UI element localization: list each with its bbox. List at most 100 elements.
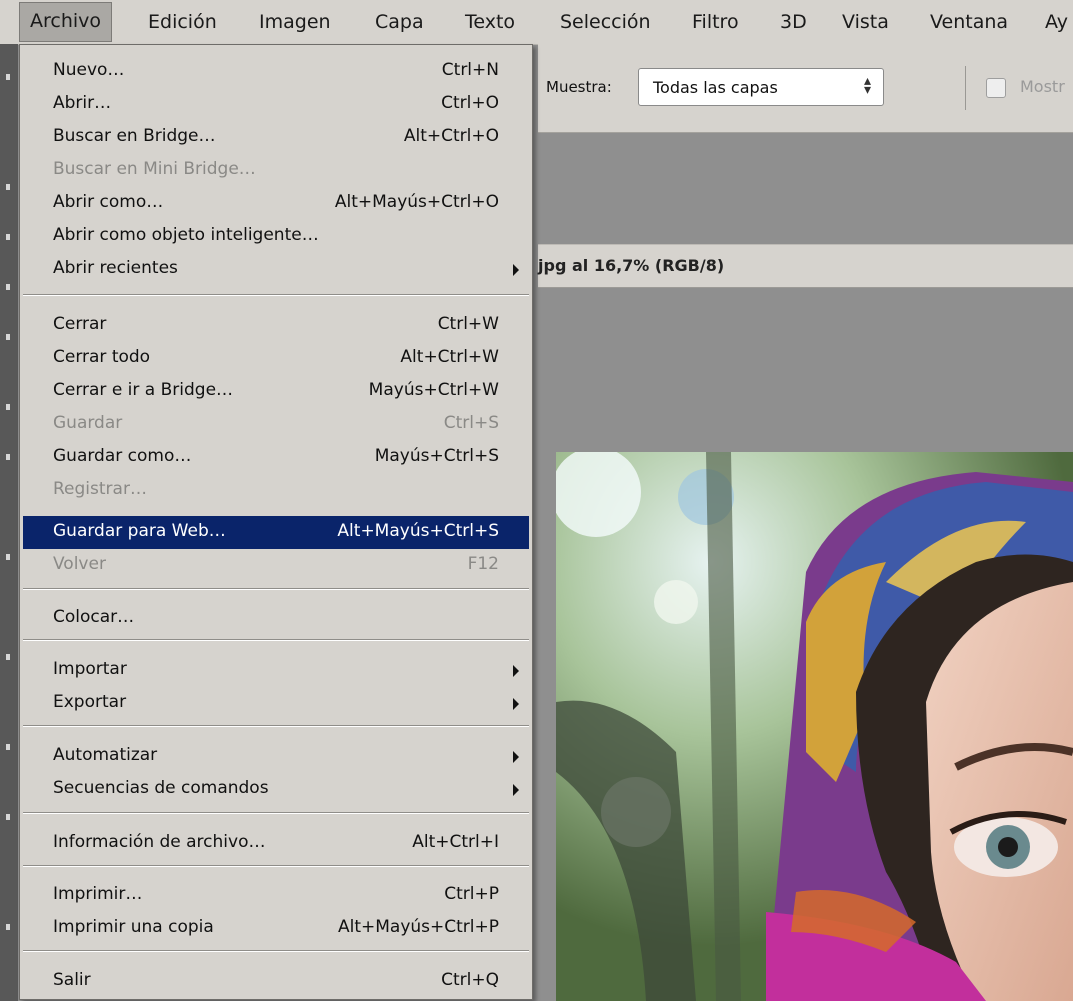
- tool-icon[interactable]: [6, 234, 10, 240]
- menu-item-shortcut: F12: [467, 554, 499, 574]
- menu-item-salir[interactable]: Salir Ctrl+Q: [23, 965, 529, 998]
- menu-item-volver[interactable]: Volver F12: [23, 549, 529, 582]
- menu-item-label: Colocar…: [53, 607, 135, 627]
- menu-item-guardar[interactable]: Guardar Ctrl+S: [23, 408, 529, 441]
- menu-item-label: Cerrar e ir a Bridge…: [53, 380, 234, 400]
- menu-imagen[interactable]: Imagen: [249, 0, 341, 44]
- menu-item-label: Abrir recientes: [53, 258, 178, 278]
- menu-item-label: Imprimir…: [53, 884, 143, 904]
- menu-item-label: Cerrar todo: [53, 347, 151, 367]
- menu-item-shortcut: Alt+Mayús+Ctrl+S: [337, 521, 499, 541]
- menu-item-shortcut: Alt+Mayús+Ctrl+O: [334, 192, 499, 212]
- menu-capa[interactable]: Capa: [365, 0, 434, 44]
- submenu-arrow-icon: [513, 698, 519, 710]
- menu-item-guardar-como[interactable]: Guardar como… Mayús+Ctrl+S: [23, 441, 529, 474]
- menu-3d[interactable]: 3D: [770, 0, 817, 44]
- muestra-value: Todas las capas: [653, 78, 778, 97]
- menu-edicion[interactable]: Edición: [138, 0, 227, 44]
- menu-item-cerrar-todo[interactable]: Cerrar todo Alt+Ctrl+W: [23, 342, 529, 375]
- tool-icon[interactable]: [6, 924, 10, 930]
- tool-icon[interactable]: [6, 814, 10, 820]
- menu-item-label: Automatizar: [53, 745, 158, 765]
- menu-item-label: Registrar…: [53, 479, 147, 499]
- menu-item-label: Buscar en Mini Bridge…: [53, 159, 256, 179]
- menu-item-cerrar[interactable]: Cerrar Ctrl+W: [23, 309, 529, 342]
- menu-item-shortcut: Mayús+Ctrl+S: [374, 446, 499, 466]
- menu-item-label: Salir: [53, 970, 91, 990]
- menu-item-informacion-archivo[interactable]: Información de archivo… Alt+Ctrl+I: [23, 827, 529, 860]
- menu-separator: [23, 588, 529, 590]
- menu-item-guardar-para-web[interactable]: Guardar para Web… Alt+Mayús+Ctrl+S: [23, 516, 529, 549]
- tool-icon[interactable]: [6, 744, 10, 750]
- menu-item-imprimir[interactable]: Imprimir… Ctrl+P: [23, 879, 529, 912]
- menu-separator: [23, 294, 529, 296]
- menu-item-label: Cerrar: [53, 314, 107, 334]
- menu-item-nuevo[interactable]: Nuevo… Ctrl+N: [23, 55, 529, 88]
- menu-item-secuencias-comandos[interactable]: Secuencias de comandos: [23, 773, 529, 806]
- tool-icon[interactable]: [6, 284, 10, 290]
- menu-item-automatizar[interactable]: Automatizar: [23, 740, 529, 773]
- menu-item-label: Guardar: [53, 413, 123, 433]
- menu-separator: [23, 725, 529, 727]
- menu-item-label: Secuencias de comandos: [53, 778, 269, 798]
- tool-icon[interactable]: [6, 334, 10, 340]
- mostrar-checkbox[interactable]: [986, 78, 1006, 98]
- menu-ventana[interactable]: Ventana: [920, 0, 1018, 44]
- menu-item-shortcut: Ctrl+N: [441, 60, 499, 80]
- menu-archivo[interactable]: Archivo: [19, 2, 113, 42]
- tool-icon[interactable]: [6, 454, 10, 460]
- menu-item-shortcut: Ctrl+W: [437, 314, 499, 334]
- menu-item-shortcut: Ctrl+S: [443, 413, 499, 433]
- menu-item-shortcut: Mayús+Ctrl+W: [368, 380, 499, 400]
- menu-item-abrir-objeto-inteligente[interactable]: Abrir como objeto inteligente…: [23, 220, 529, 253]
- menu-vista[interactable]: Vista: [832, 0, 899, 44]
- menu-item-buscar-mini-bridge[interactable]: Buscar en Mini Bridge…: [23, 154, 529, 187]
- menu-item-importar[interactable]: Importar: [23, 654, 529, 687]
- menu-item-label: Abrir como…: [53, 192, 164, 212]
- up-down-arrows-icon: ▴ ▾: [863, 73, 871, 98]
- tool-icon[interactable]: [6, 404, 10, 410]
- menu-item-cerrar-ir-bridge[interactable]: Cerrar e ir a Bridge… Mayús+Ctrl+W: [23, 375, 529, 408]
- tool-icon[interactable]: [6, 554, 10, 560]
- muestra-label: Muestra:: [546, 78, 612, 96]
- menu-item-label: Abrir…: [53, 93, 112, 113]
- menu-item-abrir[interactable]: Abrir… Ctrl+O: [23, 88, 529, 121]
- menu-item-exportar[interactable]: Exportar: [23, 687, 529, 720]
- menu-item-shortcut: Alt+Ctrl+I: [412, 832, 499, 852]
- tool-icon[interactable]: [6, 654, 10, 660]
- mostrar-label: Mostr: [1020, 77, 1065, 96]
- menu-seleccion[interactable]: Selección: [550, 0, 661, 44]
- document-tab-bar: jpg al 16,7% (RGB/8): [538, 244, 1073, 288]
- menu-ayuda[interactable]: Ay: [1035, 0, 1073, 44]
- tool-icon[interactable]: [6, 74, 10, 80]
- menu-separator: [23, 865, 529, 867]
- submenu-arrow-icon: [513, 751, 519, 763]
- menu-item-abrir-recientes[interactable]: Abrir recientes: [23, 253, 529, 286]
- options-divider: [965, 66, 966, 110]
- muestra-select[interactable]: Todas las capas ▴ ▾: [638, 68, 884, 106]
- menu-texto[interactable]: Texto: [455, 0, 525, 44]
- submenu-arrow-icon: [513, 665, 519, 677]
- canvas-image[interactable]: [556, 452, 1073, 1001]
- menu-item-label: Nuevo…: [53, 60, 125, 80]
- menu-item-imprimir-copia[interactable]: Imprimir una copia Alt+Mayús+Ctrl+P: [23, 912, 529, 945]
- menu-item-registrar[interactable]: Registrar…: [23, 474, 529, 507]
- menu-item-shortcut: Alt+Ctrl+O: [403, 126, 499, 146]
- menu-item-colocar[interactable]: Colocar…: [23, 602, 529, 635]
- menu-item-shortcut: Ctrl+Q: [441, 970, 499, 990]
- menu-separator: [23, 812, 529, 814]
- menu-bar: Archivo Edición Imagen Capa Texto Selecc…: [0, 0, 1073, 45]
- options-bar: Muestra: Todas las capas ▴ ▾ Mostr: [538, 44, 1073, 133]
- menu-filtro[interactable]: Filtro: [682, 0, 749, 44]
- tools-panel: [0, 44, 18, 1001]
- menu-item-label: Buscar en Bridge…: [53, 126, 216, 146]
- document-tab-title[interactable]: jpg al 16,7% (RGB/8): [538, 256, 724, 275]
- menu-separator: [23, 950, 529, 952]
- menu-separator: [23, 639, 529, 641]
- tool-icon[interactable]: [6, 184, 10, 190]
- menu-item-buscar-bridge[interactable]: Buscar en Bridge… Alt+Ctrl+O: [23, 121, 529, 154]
- menu-item-label: Exportar: [53, 692, 127, 712]
- menu-item-shortcut: Alt+Ctrl+W: [400, 347, 499, 367]
- menu-item-shortcut: Ctrl+O: [441, 93, 499, 113]
- menu-item-abrir-como[interactable]: Abrir como… Alt+Mayús+Ctrl+O: [23, 187, 529, 220]
